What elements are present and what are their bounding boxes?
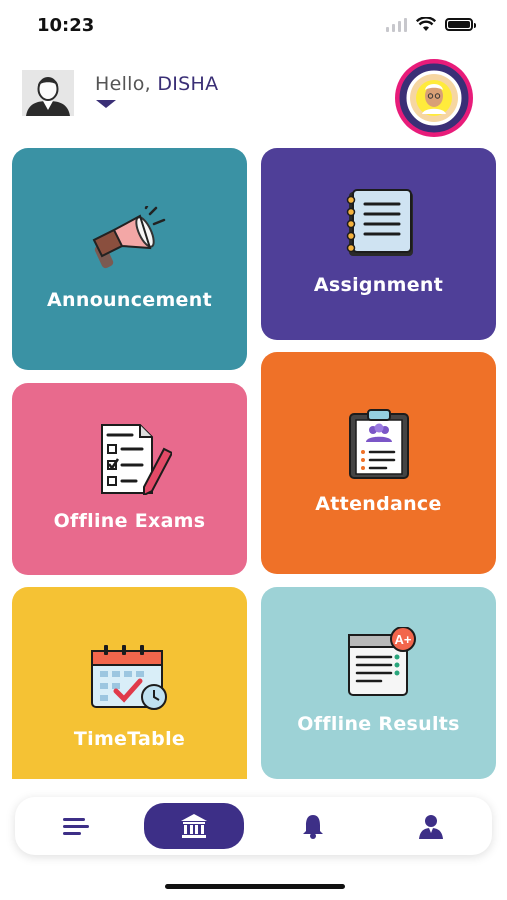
- home-indicator: [165, 884, 345, 889]
- megaphone-icon: [92, 206, 165, 269]
- calendar-icon: [90, 645, 167, 710]
- exam-paper-icon: [100, 424, 172, 495]
- tile-attendance-label: Attendance: [315, 493, 442, 515]
- profile-icon: [419, 815, 443, 839]
- tile-assignment[interactable]: Assignment: [261, 148, 496, 340]
- tile-offline-exams-label: Offline Exams: [53, 510, 206, 532]
- notebook-icon: [346, 189, 413, 256]
- menu-icon: [63, 818, 89, 835]
- svg-text:A+: A+: [394, 632, 411, 647]
- nav-menu[interactable]: [45, 797, 105, 855]
- tile-offline-results-label: Offline Results: [297, 713, 460, 735]
- greeting-label: Hello,: [95, 73, 151, 95]
- tile-announcement-label: Announcement: [47, 289, 212, 311]
- battery-icon: [445, 18, 476, 31]
- nav-notifications[interactable]: [283, 797, 343, 855]
- school-logo: [395, 59, 473, 137]
- nav-profile[interactable]: [401, 797, 461, 855]
- result-sheet-icon: A+: [347, 627, 416, 696]
- tile-announcement[interactable]: Announcement: [12, 148, 247, 370]
- institution-icon: [181, 814, 207, 838]
- tile-attendance[interactable]: Attendance: [261, 352, 496, 574]
- status-time: 10:23: [37, 15, 95, 36]
- user-avatar-icon[interactable]: [22, 70, 74, 116]
- tile-offline-exams[interactable]: Offline Exams: [12, 383, 247, 575]
- tile-timetable-label: TimeTable: [73, 728, 186, 750]
- bottom-nav: [15, 797, 492, 855]
- nav-home[interactable]: [144, 803, 244, 849]
- tile-timetable[interactable]: TimeTable: [12, 587, 247, 779]
- tile-offline-results[interactable]: A+ Offline Results: [261, 587, 496, 779]
- tile-assignment-label: Assignment: [313, 274, 444, 296]
- header: Hello, DISHA: [0, 55, 507, 145]
- greeting-text: Hello, DISHA: [95, 73, 218, 95]
- signal-icon: [386, 17, 407, 32]
- user-name: DISHA: [157, 73, 219, 95]
- account-dropdown-icon[interactable]: [96, 100, 116, 108]
- status-icons: [386, 17, 476, 32]
- bell-icon: [303, 815, 323, 839]
- wifi-icon: [416, 17, 436, 31]
- status-bar: 10:23: [0, 0, 507, 50]
- clipboard-icon: [348, 409, 409, 479]
